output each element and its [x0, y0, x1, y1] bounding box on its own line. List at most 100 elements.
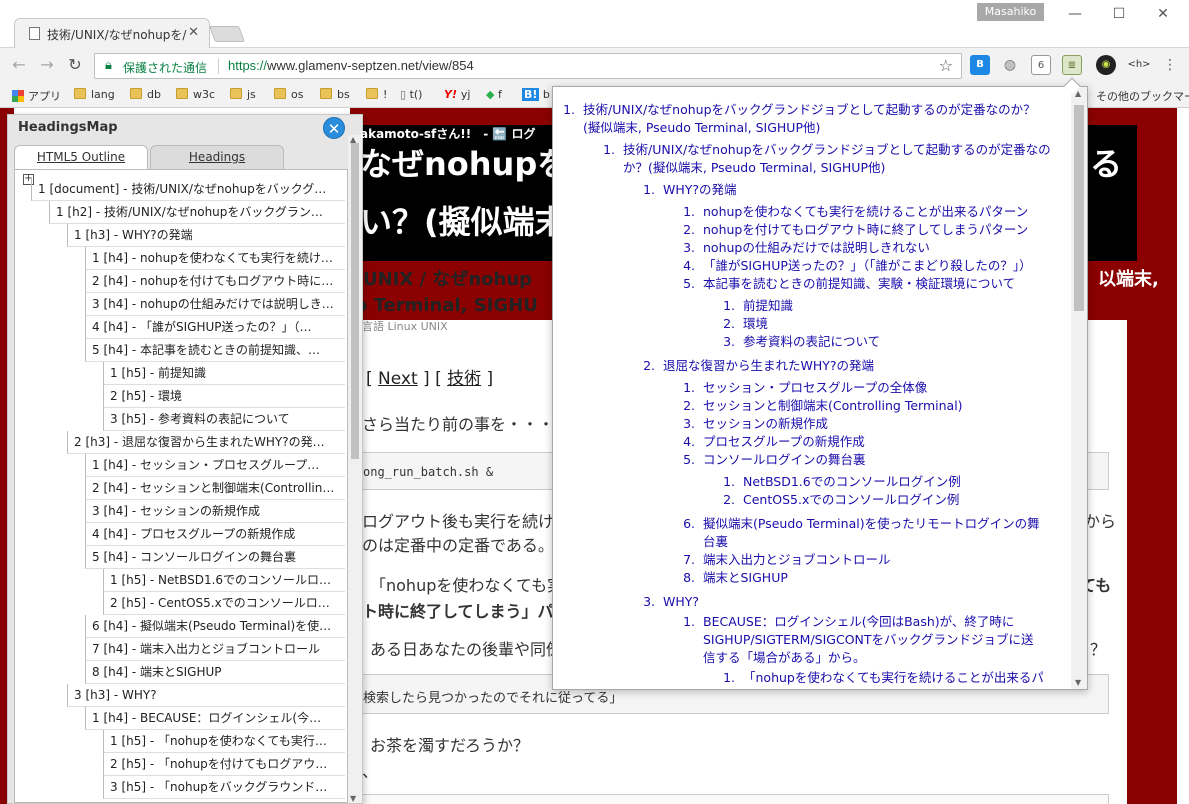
bookmark-folder[interactable]: db	[130, 88, 161, 101]
outline-item[interactable]: 2 [h5] - 「nohupを付けてもログアウ…	[103, 753, 345, 776]
bookmark-feedly[interactable]: ◆ f	[486, 88, 502, 101]
panel-scrollbar[interactable]: ▲ ▼	[348, 135, 362, 803]
browser-tab[interactable]: 技術/UNIX/なぜnohupを/ ✕	[14, 18, 210, 48]
toc-link[interactable]: コンソールログインの舞台裏	[703, 451, 1043, 469]
bookmark-page[interactable]: ▯ t()	[400, 88, 422, 101]
toc-link[interactable]: 擬似端末(Pseudo Terminal)を使ったリモートログインの舞台裏	[703, 515, 1043, 551]
toc-link[interactable]: 技術/UNIX/なぜnohupをバックグランドジョブとして起動するのが定番なのか…	[623, 141, 1053, 177]
outline-item[interactable]: 3 [h5] - 参考資料の表記について	[103, 408, 345, 431]
outline-item[interactable]: 2 [h4] - nohupを付けてもログアウト時に…	[85, 270, 345, 293]
menu-icon[interactable]: ⋮	[1160, 55, 1180, 75]
other-bookmarks[interactable]: その他のブックマーク	[1096, 88, 1189, 104]
outline-item[interactable]: 3 [h4] - セッションの新規作成	[85, 500, 345, 523]
breadcrumb[interactable]: UNIX / なぜnohup	[363, 265, 532, 291]
toc-link[interactable]: nohupの仕組みだけでは説明しきれない	[703, 239, 1043, 257]
outline-item[interactable]: 1 [document] - 技術/UNIX/なぜnohupをバックグ…	[31, 178, 345, 201]
toc-link[interactable]: BECAUSE：ログインシェル(今回はBash)が、終了時にSIGHUP/SIG…	[703, 613, 1043, 667]
outline-item[interactable]: 2 [h4] - セッションと制御端末(Controllin…	[85, 477, 345, 500]
outline-item[interactable]: 5 [h4] - 本記事を読むときの前提知識、…	[85, 339, 345, 362]
outline-item[interactable]: 6 [h4] - 擬似端末(Pseudo Terminal)を使…	[85, 615, 345, 638]
article-tags[interactable]: 言語 Linux UNIX	[362, 318, 448, 334]
toc-link[interactable]: 退屈な復習から生まれたWHY?の発端	[663, 357, 1043, 375]
reload-icon[interactable]: ↻	[64, 54, 86, 76]
outline-item[interactable]: 8 [h4] - 端末とSIGHUP	[85, 661, 345, 684]
popup-scrollbar[interactable]: ▲ ▼	[1071, 87, 1087, 689]
toc-link[interactable]: セッション・プロセスグループの全体像	[703, 379, 1043, 397]
bookmark-yahoo[interactable]: Y! yj	[444, 88, 470, 101]
back-arrow-icon[interactable]: ←	[8, 54, 30, 76]
folder-icon	[230, 88, 242, 99]
tab-html5-outline[interactable]: HTML5 Outline	[14, 145, 148, 169]
outline-item[interactable]: 1 [h4] - BECAUSE：ログインシェル(今…	[85, 707, 345, 730]
next-link[interactable]: Next	[378, 369, 418, 389]
outline-item[interactable]: 1 [h3] - WHY?の発端	[67, 224, 345, 247]
scrollbar-thumb[interactable]	[351, 143, 359, 459]
scroll-down-icon[interactable]: ▼	[350, 794, 356, 803]
outline-item[interactable]: 7 [h4] - 端末入出力とジョブコントロール	[85, 638, 345, 661]
bookmark-folder[interactable]: bs	[320, 88, 350, 101]
maximize-button[interactable]: ☐	[1097, 2, 1141, 26]
counter-ext-icon[interactable]: 6	[1031, 55, 1051, 75]
toc-link[interactable]: 本記事を読むときの前提知識、実験・検証環境について	[703, 275, 1043, 293]
outline-item[interactable]: 4 [h4] - プロセスグループの新規作成	[85, 523, 345, 546]
scroll-down-icon[interactable]: ▼	[1075, 678, 1081, 687]
toc-link[interactable]: 「nohupを使わなくても実行を続けることが出来るパ	[743, 669, 1043, 687]
tab-headings[interactable]: Headings	[150, 145, 284, 169]
minimize-button[interactable]: —	[1053, 2, 1097, 26]
toc-link[interactable]: CentOS5.xでのコンソールログイン例	[743, 491, 1043, 509]
toc-link[interactable]: 端末入出力とジョブコントロール	[703, 551, 1043, 569]
close-window-button[interactable]: ✕	[1141, 2, 1185, 26]
outline-item[interactable]: 5 [h4] - コンソールログインの舞台裏	[85, 546, 345, 569]
outline-item[interactable]: 1 [h4] - nohupを使わなくても実行を続け…	[85, 247, 345, 270]
toc-link[interactable]: WHY?	[663, 593, 1043, 611]
toc-link[interactable]: NetBSD1.6でのコンソールログイン例	[743, 473, 1043, 491]
address-bar[interactable]: 🔒︎ 保護された通信 https://www.glamenv-septzen.n…	[94, 53, 962, 79]
outline-item[interactable]: 1 [h4] - セッション・プロセスグループ…	[85, 454, 345, 477]
outline-item[interactable]: 1 [h2] - 技術/UNIX/なぜnohupをバックグラン…	[49, 201, 345, 224]
bookmark-folder[interactable]: lang	[74, 88, 115, 101]
outline-item[interactable]: 2 [h5] - CentOS5.xでのコンソールロ…	[103, 592, 345, 615]
outline-item[interactable]: 1 [h5] - 「nohupを使わなくても実行…	[103, 730, 345, 753]
toc-link[interactable]: nohupを使わなくても実行を続けることが出来るパターン	[703, 203, 1043, 221]
bookmark-folder[interactable]: os	[274, 88, 303, 101]
toc-link[interactable]: セッションと制御端末(Controlling Terminal)	[703, 397, 1043, 415]
bookmark-hatena[interactable]: B! b	[522, 88, 550, 101]
outline-item[interactable]: 4 [h4] - 「誰がSIGHUP送ったの？」（…	[85, 316, 345, 339]
toc-link[interactable]: 前提知識	[743, 297, 1043, 315]
scrollbar-thumb[interactable]	[1074, 105, 1084, 311]
globe-ext-icon[interactable]: ◍	[1000, 55, 1020, 75]
toc-link[interactable]: 「誰がSIGHUP送ったの？」（「誰がこまどり殺したの？」）	[703, 257, 1043, 275]
headings-ext-icon[interactable]: ≣	[1062, 55, 1082, 75]
apps-bookmark[interactable]: アプリ	[12, 88, 61, 104]
outline-item[interactable]: 2 [h3] - 退屈な復習から生まれたWHY?の発…	[67, 431, 345, 454]
outline-item[interactable]: 1 [h5] - 前提知識	[103, 362, 345, 385]
toc-link[interactable]: nohupを付けてもログアウト時に終了してしまうパターン	[703, 221, 1043, 239]
outline-item[interactable]: 1 [h5] - NetBSD1.6でのコンソールロ…	[103, 569, 345, 592]
toc-link[interactable]: 参考資料の表記について	[743, 333, 1043, 351]
profile-badge[interactable]: Masahiko	[977, 3, 1044, 21]
forward-arrow-icon[interactable]: →	[36, 54, 58, 76]
toc-link[interactable]: プロセスグループの新規作成	[703, 433, 1043, 451]
headingsmap-ext-icon[interactable]: <h>	[1127, 55, 1151, 75]
color-wheel-ext-icon[interactable]: ◉	[1096, 55, 1116, 75]
close-icon[interactable]: ✕	[323, 117, 345, 139]
login-greeting[interactable]: akamoto-sfさん!! - 🔚 ログ	[360, 125, 535, 142]
hatena-bookmark-ext-icon[interactable]: B	[970, 55, 990, 75]
outline-item[interactable]: 2 [h5] - 環境	[103, 385, 345, 408]
outline-item[interactable]: 3 [h5] - 「nohupをバックグラウンド…	[103, 776, 345, 799]
toc-link[interactable]: 環境	[743, 315, 1043, 333]
url-text[interactable]: https://www.glamenv-septzen.net/view/854	[228, 58, 474, 73]
category-link[interactable]: 技術	[447, 369, 481, 389]
toc-link[interactable]: 端末とSIGHUP	[703, 569, 1043, 587]
outline-item[interactable]: 3 [h3] - WHY?	[67, 684, 345, 707]
toc-link[interactable]: WHY?の発端	[663, 181, 1043, 199]
bookmark-star-icon[interactable]: ☆	[939, 56, 953, 75]
tab-close-icon[interactable]: ✕	[188, 25, 199, 40]
toc-link[interactable]: 技術/UNIX/なぜnohupをバックグランドジョブとして起動するのが定番なのか…	[583, 101, 1053, 137]
bookmark-folder[interactable]: !	[366, 88, 387, 101]
bookmark-folder[interactable]: js	[230, 88, 256, 101]
toc-link[interactable]: セッションの新規作成	[703, 415, 1043, 433]
new-tab-button[interactable]	[209, 26, 245, 42]
outline-item[interactable]: 3 [h4] - nohupの仕組みだけでは説明しき…	[85, 293, 345, 316]
bookmark-folder[interactable]: w3c	[176, 88, 215, 101]
